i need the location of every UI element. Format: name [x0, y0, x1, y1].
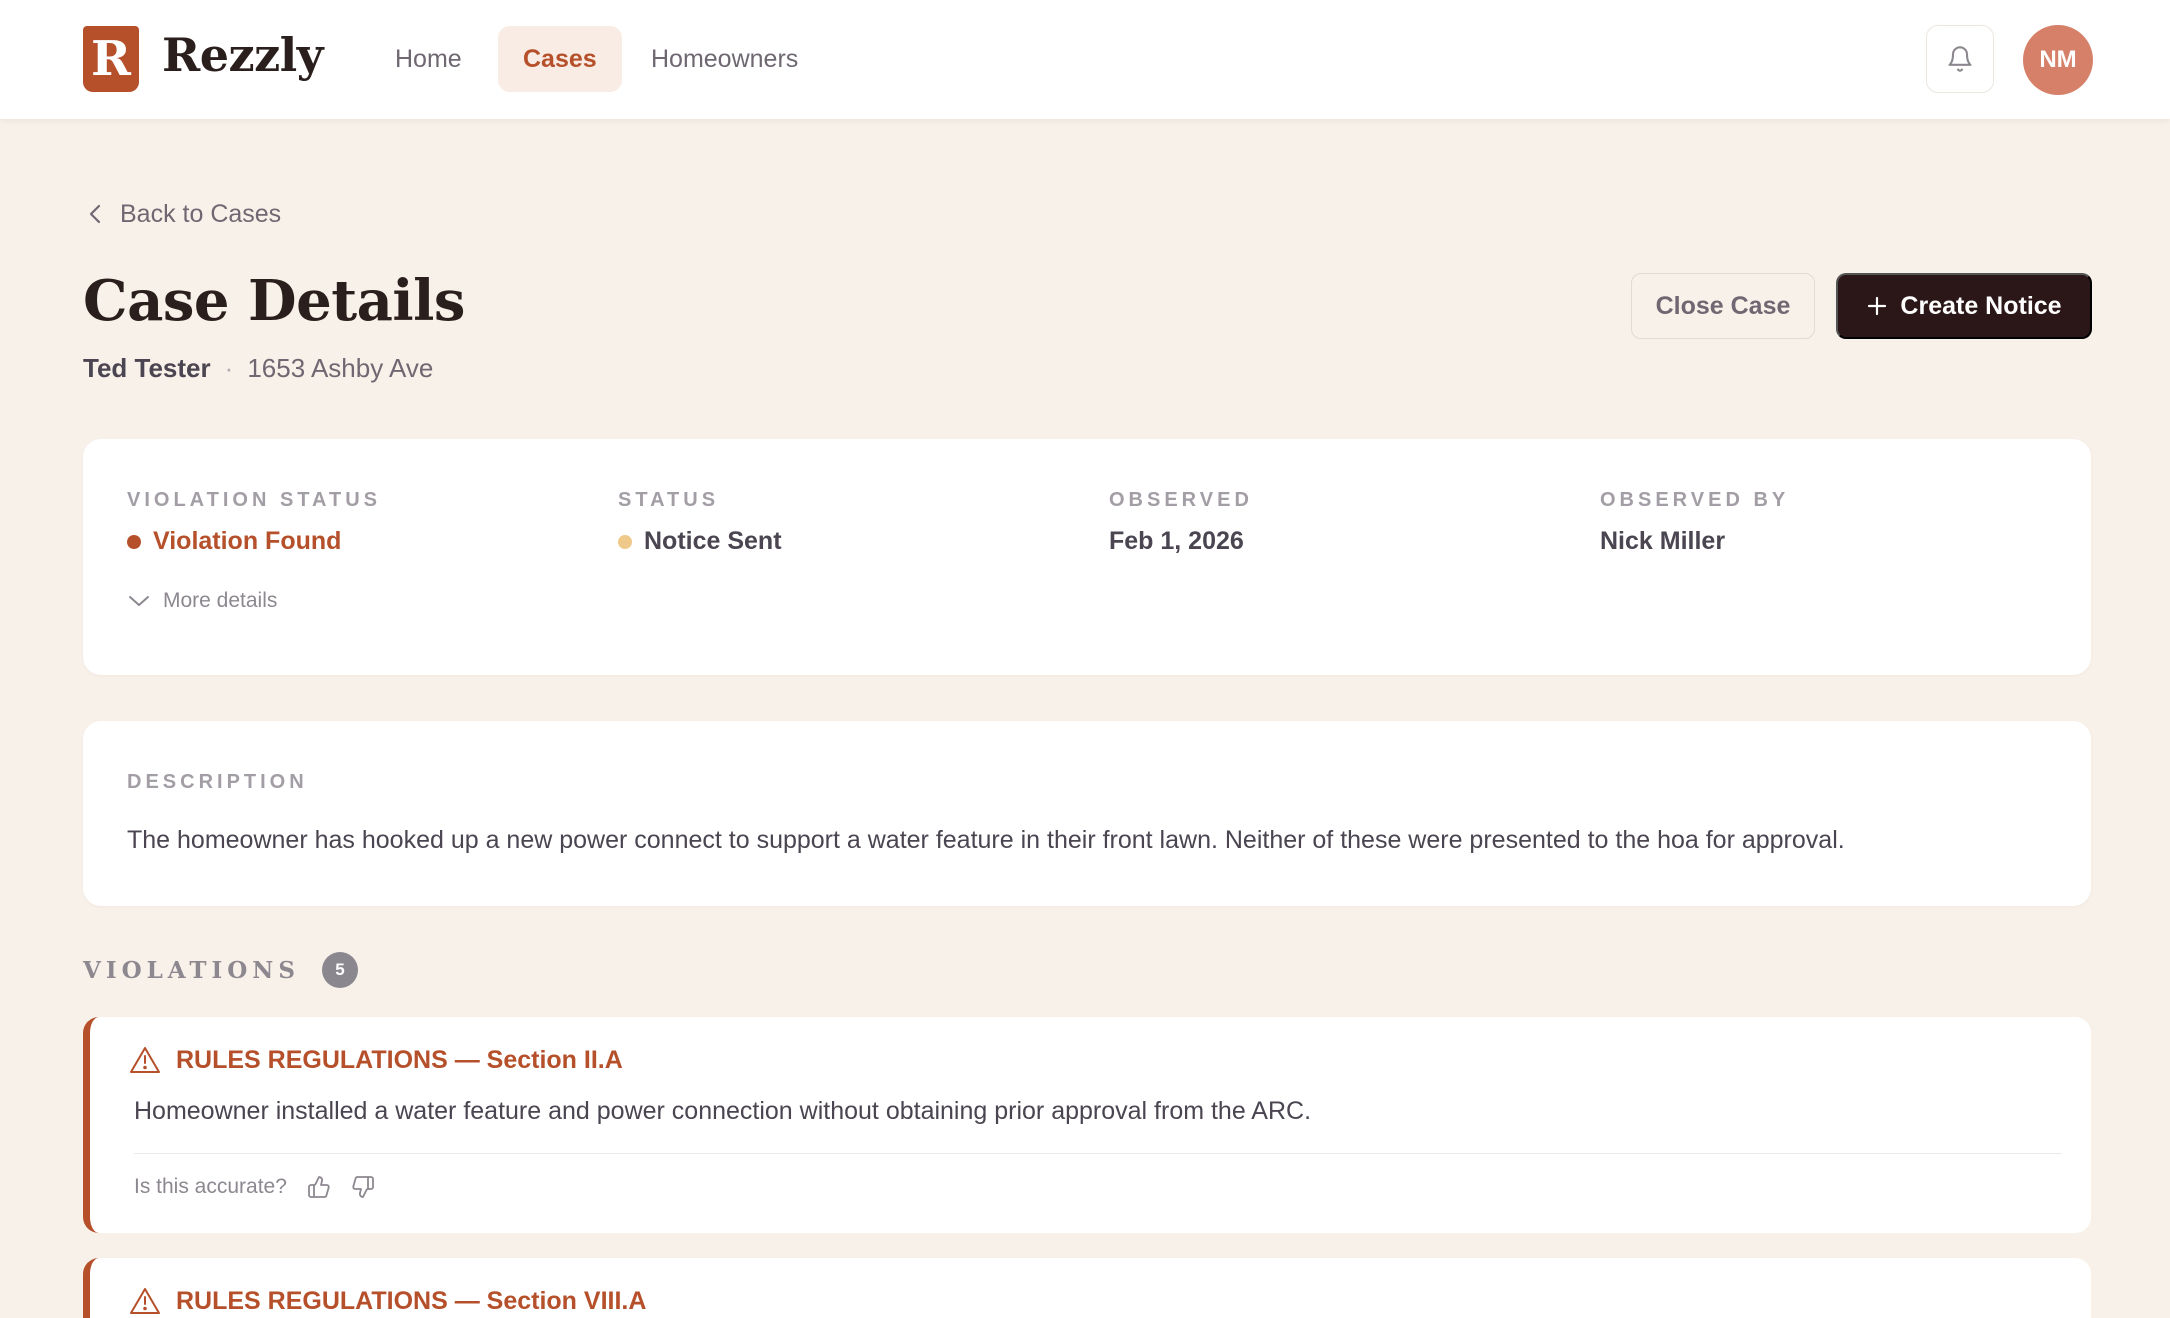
plus-icon	[1868, 296, 1887, 316]
accuracy-feedback: Is this accurate?	[134, 1175, 375, 1199]
status-label: STATUS	[618, 489, 720, 511]
description-text: The homeowner has hooked up a new power …	[127, 826, 1845, 854]
back-to-cases-link[interactable]: Back to Cases	[86, 196, 281, 232]
violation-text: Homeowner installed a water feature and …	[134, 1097, 1312, 1125]
status-text: Notice Sent	[644, 527, 782, 555]
violation-title-row: RULES REGULATIONS — Section II.A	[128, 1045, 623, 1075]
violation-title-row: RULES REGULATIONS — Section VIII.A	[128, 1286, 646, 1316]
more-details-toggle[interactable]: More details	[127, 589, 277, 613]
violations-title: VIOLATIONS	[83, 956, 300, 984]
violation-status-dot	[127, 534, 141, 549]
status-dot	[618, 534, 632, 549]
bell-icon	[1948, 46, 1972, 72]
more-details-label: More details	[163, 589, 278, 612]
violation-status-label: VIOLATION STATUS	[127, 489, 381, 511]
case-subtitle: Ted Tester · 1653 Ashby Ave	[83, 353, 433, 384]
thumbs-down-icon	[352, 1176, 374, 1198]
thumbs-up-icon	[308, 1176, 330, 1198]
back-link-label: Back to Cases	[120, 199, 282, 228]
nav-homeowners[interactable]: Homeowners	[626, 26, 823, 92]
homeowner-name: Ted Tester	[83, 353, 211, 383]
violation-title: RULES REGULATIONS — Section II.A	[176, 1045, 623, 1074]
observed-by-value: Nick Miller	[1600, 527, 1726, 555]
violations-header: VIOLATIONS 5	[83, 952, 358, 988]
thumbs-down-button[interactable]	[351, 1175, 375, 1199]
nav-cases[interactable]: Cases	[498, 26, 622, 92]
nav-home[interactable]: Home	[370, 26, 487, 92]
notifications-button[interactable]	[1926, 25, 1994, 93]
brand-name[interactable]: Rezzly	[162, 28, 323, 82]
chevron-left-icon	[89, 204, 101, 224]
violation-status-text: Violation Found	[153, 527, 342, 555]
description-card: DESCRIPTION The homeowner has hooked up …	[83, 721, 2091, 906]
observed-value: Feb 1, 2026	[1109, 527, 1244, 555]
create-notice-button[interactable]: Create Notice	[1836, 273, 2092, 339]
violation-status-value: Violation Found	[127, 527, 341, 556]
observed-label: OBSERVED	[1109, 489, 1253, 511]
warning-icon	[130, 1047, 160, 1073]
thumbs-up-button[interactable]	[307, 1175, 331, 1199]
user-avatar[interactable]: NM	[2023, 25, 2093, 95]
logo-icon[interactable]: R	[83, 26, 139, 92]
violation-card[interactable]: RULES REGULATIONS — Section II.A Homeown…	[83, 1017, 2091, 1233]
chevron-down-icon	[129, 596, 149, 606]
violation-divider	[134, 1153, 2062, 1154]
status-value: Notice Sent	[618, 527, 782, 556]
create-notice-label: Create Notice	[1900, 291, 2062, 320]
case-status-card: VIOLATION STATUS Violation Found STATUS …	[83, 439, 2091, 675]
subtitle-separator: ·	[224, 353, 234, 383]
page-title: Case Details	[83, 268, 465, 334]
property-address: 1653 Ashby Ave	[247, 353, 434, 383]
top-nav: R Rezzly Home Cases Homeowners NM	[0, 0, 2170, 119]
observed-by-label: OBSERVED BY	[1600, 489, 1790, 511]
close-case-button[interactable]: Close Case	[1631, 273, 1815, 339]
description-label: DESCRIPTION	[127, 771, 308, 793]
violations-count-badge: 5	[321, 952, 358, 988]
accuracy-prompt: Is this accurate?	[134, 1175, 287, 1198]
warning-icon	[130, 1288, 160, 1314]
violation-title: RULES REGULATIONS — Section VIII.A	[176, 1286, 647, 1315]
violation-card[interactable]: RULES REGULATIONS — Section VIII.A	[83, 1258, 2091, 1318]
